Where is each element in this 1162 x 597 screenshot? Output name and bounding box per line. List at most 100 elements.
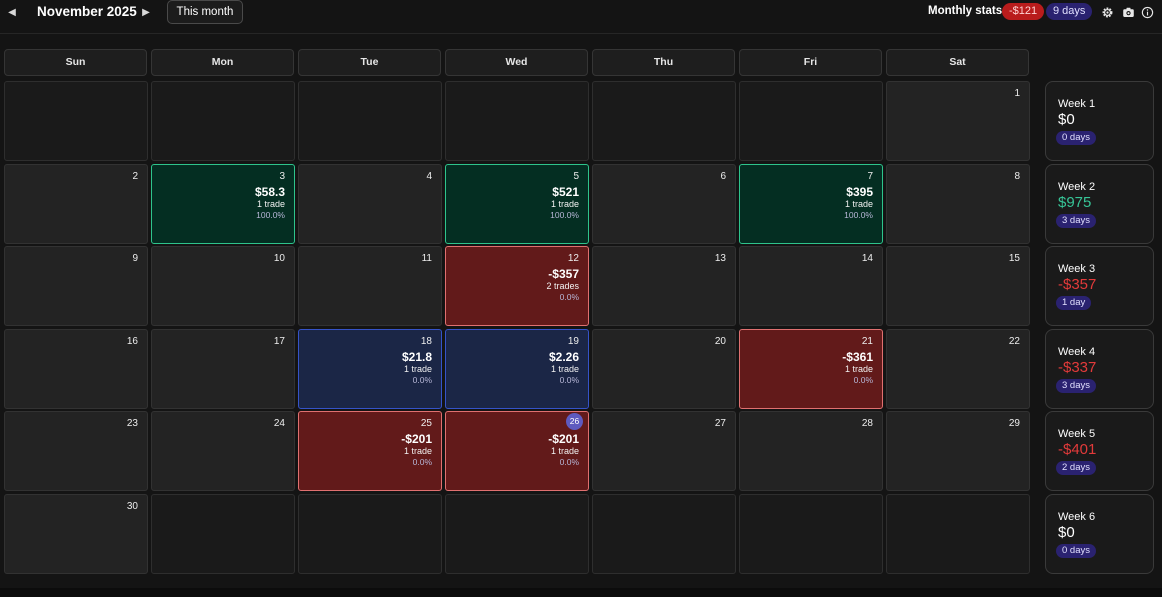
day-number: 6 [720, 171, 726, 182]
weekday-sat: Sat [886, 49, 1029, 76]
week-summary-card[interactable]: Week 1 $0 0 days [1045, 81, 1154, 161]
day-cell-28[interactable]: 28 [739, 411, 883, 491]
day-cell-3[interactable]: 3 $58.3 1 trade 100.0% [151, 164, 295, 244]
next-month-button[interactable]: ▶ [138, 5, 154, 21]
weekday-sun: Sun [4, 49, 147, 76]
day-trade-count: 2 trades [546, 281, 579, 291]
day-cell-17[interactable]: 17 [151, 329, 295, 409]
day-number: 10 [273, 253, 285, 264]
day-cell-11[interactable]: 11 [298, 246, 442, 326]
empty-day-cell[interactable] [739, 494, 883, 574]
day-cell-12[interactable]: 12 -$357 2 trades 0.0% [445, 246, 589, 326]
empty-day-cell[interactable] [445, 494, 589, 574]
today-day-number: 26 [566, 413, 583, 430]
week-pnl: $975 [1058, 194, 1092, 211]
day-cell-24[interactable]: 24 [151, 411, 295, 491]
day-cell-6[interactable]: 6 [592, 164, 736, 244]
day-cell-13[interactable]: 13 [592, 246, 736, 326]
day-cell-5[interactable]: 5 $521 1 trade 100.0% [445, 164, 589, 244]
day-win-rate: 100.0% [550, 210, 579, 220]
day-number: 4 [426, 171, 432, 182]
empty-day-cell[interactable] [151, 494, 295, 574]
day-win-rate: 0.0% [853, 375, 873, 385]
day-number: 29 [1008, 418, 1020, 429]
day-win-rate: 0.0% [559, 457, 579, 467]
day-pnl: -$357 [548, 267, 579, 281]
week-summary-card[interactable]: Week 5 -$401 2 days [1045, 411, 1154, 491]
day-number: 22 [1008, 336, 1020, 347]
day-pnl: -$361 [842, 350, 873, 364]
week-label: Week 3 [1058, 263, 1096, 275]
day-cell-20[interactable]: 20 [592, 329, 736, 409]
day-trade-count: 1 trade [550, 364, 579, 374]
week-summary-card[interactable]: Week 6 $0 0 days [1045, 494, 1154, 574]
day-cell-16[interactable]: 16 [4, 329, 148, 409]
empty-day-cell[interactable] [886, 494, 1030, 574]
day-number: 12 [567, 253, 579, 264]
week-pnl: -$337 [1058, 359, 1097, 376]
week-days-badge: 1 day [1056, 296, 1092, 310]
day-number: 20 [714, 336, 726, 347]
day-cell-30[interactable]: 30 [4, 494, 148, 574]
day-number: 14 [861, 253, 873, 264]
day-cell-18[interactable]: 18 $21.8 1 trade 0.0% [298, 329, 442, 409]
day-number: 2 [132, 171, 138, 182]
weekday-thu: Thu [592, 49, 735, 76]
info-icon[interactable] [1141, 6, 1154, 19]
day-cell-27[interactable]: 27 [592, 411, 736, 491]
day-cell-23[interactable]: 23 [4, 411, 148, 491]
empty-day-cell[interactable] [298, 81, 442, 161]
week-pnl: -$401 [1058, 441, 1097, 458]
day-trade-count: 1 trade [550, 199, 579, 209]
day-cell-1[interactable]: 1 [886, 81, 1030, 161]
day-pnl: -$201 [401, 432, 432, 446]
day-number: 30 [126, 501, 138, 512]
empty-day-cell[interactable] [592, 494, 736, 574]
this-month-button[interactable]: This month [167, 0, 243, 24]
day-cell-2[interactable]: 2 [4, 164, 148, 244]
day-cell-8[interactable]: 8 [886, 164, 1030, 244]
footer-strip [0, 588, 1162, 597]
day-cell-9[interactable]: 9 [4, 246, 148, 326]
day-trade-count: 1 trade [256, 199, 285, 209]
day-cell-7[interactable]: 7 $395 1 trade 100.0% [739, 164, 883, 244]
day-cell-29[interactable]: 29 [886, 411, 1030, 491]
week-pnl: $0 [1058, 111, 1075, 128]
day-cell-22[interactable]: 22 [886, 329, 1030, 409]
week-label: Week 5 [1058, 428, 1096, 440]
day-win-rate: 0.0% [559, 375, 579, 385]
gear-icon[interactable] [1101, 6, 1114, 19]
day-cell-15[interactable]: 15 [886, 246, 1030, 326]
week-summary-card[interactable]: Week 2 $975 3 days [1045, 164, 1154, 244]
empty-day-cell[interactable] [739, 81, 883, 161]
week-summary-card[interactable]: Week 4 -$337 3 days [1045, 329, 1154, 409]
week-days-badge: 3 days [1056, 214, 1096, 228]
day-pnl: $395 [846, 185, 873, 199]
day-pnl: $58.3 [254, 185, 285, 199]
day-cell-26[interactable]: 26 -$201 1 trade 0.0% [445, 411, 589, 491]
day-win-rate: 0.0% [412, 457, 432, 467]
day-cell-14[interactable]: 14 [739, 246, 883, 326]
empty-day-cell[interactable] [4, 81, 148, 161]
day-cell-19[interactable]: 19 $2.26 1 trade 0.0% [445, 329, 589, 409]
day-number: 25 [420, 418, 432, 429]
week-summary-card[interactable]: Week 3 -$357 1 day [1045, 246, 1154, 326]
empty-day-cell[interactable] [592, 81, 736, 161]
day-number: 9 [132, 253, 138, 264]
empty-day-cell[interactable] [445, 81, 589, 161]
day-cell-4[interactable]: 4 [298, 164, 442, 244]
day-cell-25[interactable]: 25 -$201 1 trade 0.0% [298, 411, 442, 491]
empty-day-cell[interactable] [298, 494, 442, 574]
camera-icon[interactable] [1122, 6, 1135, 19]
day-pnl: $521 [552, 185, 579, 199]
day-cell-21[interactable]: 21 -$361 1 trade 0.0% [739, 329, 883, 409]
day-trade-count: 1 trade [403, 446, 432, 456]
day-trade-count: 1 trade [844, 199, 873, 209]
day-pnl: $2.26 [548, 350, 579, 364]
prev-month-button[interactable]: ◀ [4, 5, 20, 21]
day-number: 16 [126, 336, 138, 347]
day-cell-10[interactable]: 10 [151, 246, 295, 326]
day-win-rate: 100.0% [256, 210, 285, 220]
day-trade-count: 1 trade [550, 446, 579, 456]
empty-day-cell[interactable] [151, 81, 295, 161]
